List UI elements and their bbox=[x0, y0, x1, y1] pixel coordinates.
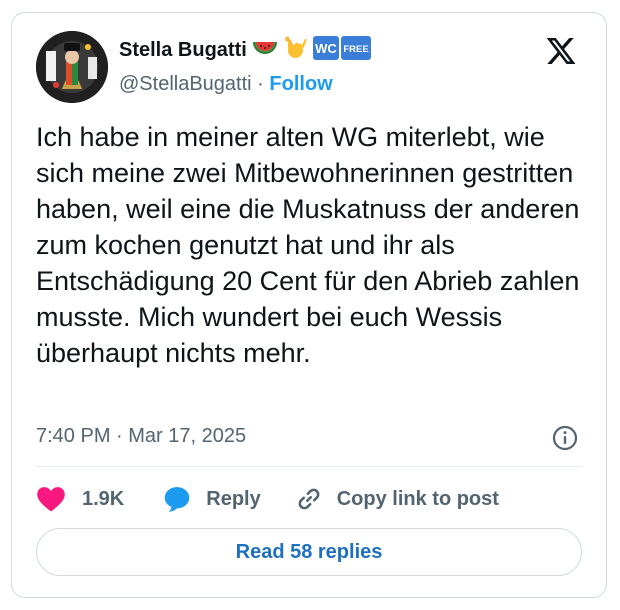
separator-dot: · bbox=[257, 73, 264, 95]
link-icon bbox=[298, 488, 320, 510]
heart-icon bbox=[37, 487, 65, 512]
copy-link-label: Copy link to post bbox=[336, 487, 499, 510]
follow-button[interactable]: Follow bbox=[269, 73, 332, 95]
handle-row: @StellaBugatti · Follow bbox=[119, 73, 333, 96]
author-name[interactable]: Stella Bugatti bbox=[119, 39, 247, 62]
info-icon[interactable] bbox=[552, 425, 578, 451]
divider bbox=[36, 466, 582, 467]
watermelon-icon bbox=[252, 39, 277, 62]
reply-label: Reply bbox=[206, 487, 261, 510]
wc-sign-icon: WC bbox=[312, 35, 339, 65]
tweet-timestamp[interactable]: 7:40 PM · Mar 17, 2025 bbox=[36, 425, 246, 448]
author-handle[interactable]: @StellaBugatti bbox=[119, 73, 252, 95]
free-sign-icon: FREE bbox=[340, 35, 371, 65]
read-replies-button[interactable]: Read 58 replies bbox=[36, 528, 582, 576]
call-me-hand-icon bbox=[283, 35, 307, 66]
avatar[interactable] bbox=[36, 31, 108, 103]
action-bar: 1.9K Reply Copy link to post bbox=[36, 483, 499, 515]
x-logo-icon[interactable] bbox=[544, 35, 578, 67]
like-count: 1.9K bbox=[82, 487, 125, 510]
like-button[interactable]: 1.9K bbox=[36, 485, 124, 513]
tweet-card: Stella Bugatti WC FREE @StellaBugatti · … bbox=[11, 12, 607, 598]
svg-text:FREE: FREE bbox=[343, 44, 368, 55]
reply-button[interactable]: Reply bbox=[162, 484, 261, 514]
tweet-text: Ich habe in meiner alten WG miterlebt, w… bbox=[36, 122, 580, 368]
author-name-row: Stella Bugatti WC FREE bbox=[119, 35, 371, 66]
copy-link-button[interactable]: Copy link to post bbox=[295, 485, 499, 513]
reply-bubble-icon bbox=[165, 487, 190, 512]
svg-text:WC: WC bbox=[315, 41, 337, 56]
avatar-image bbox=[36, 31, 108, 103]
